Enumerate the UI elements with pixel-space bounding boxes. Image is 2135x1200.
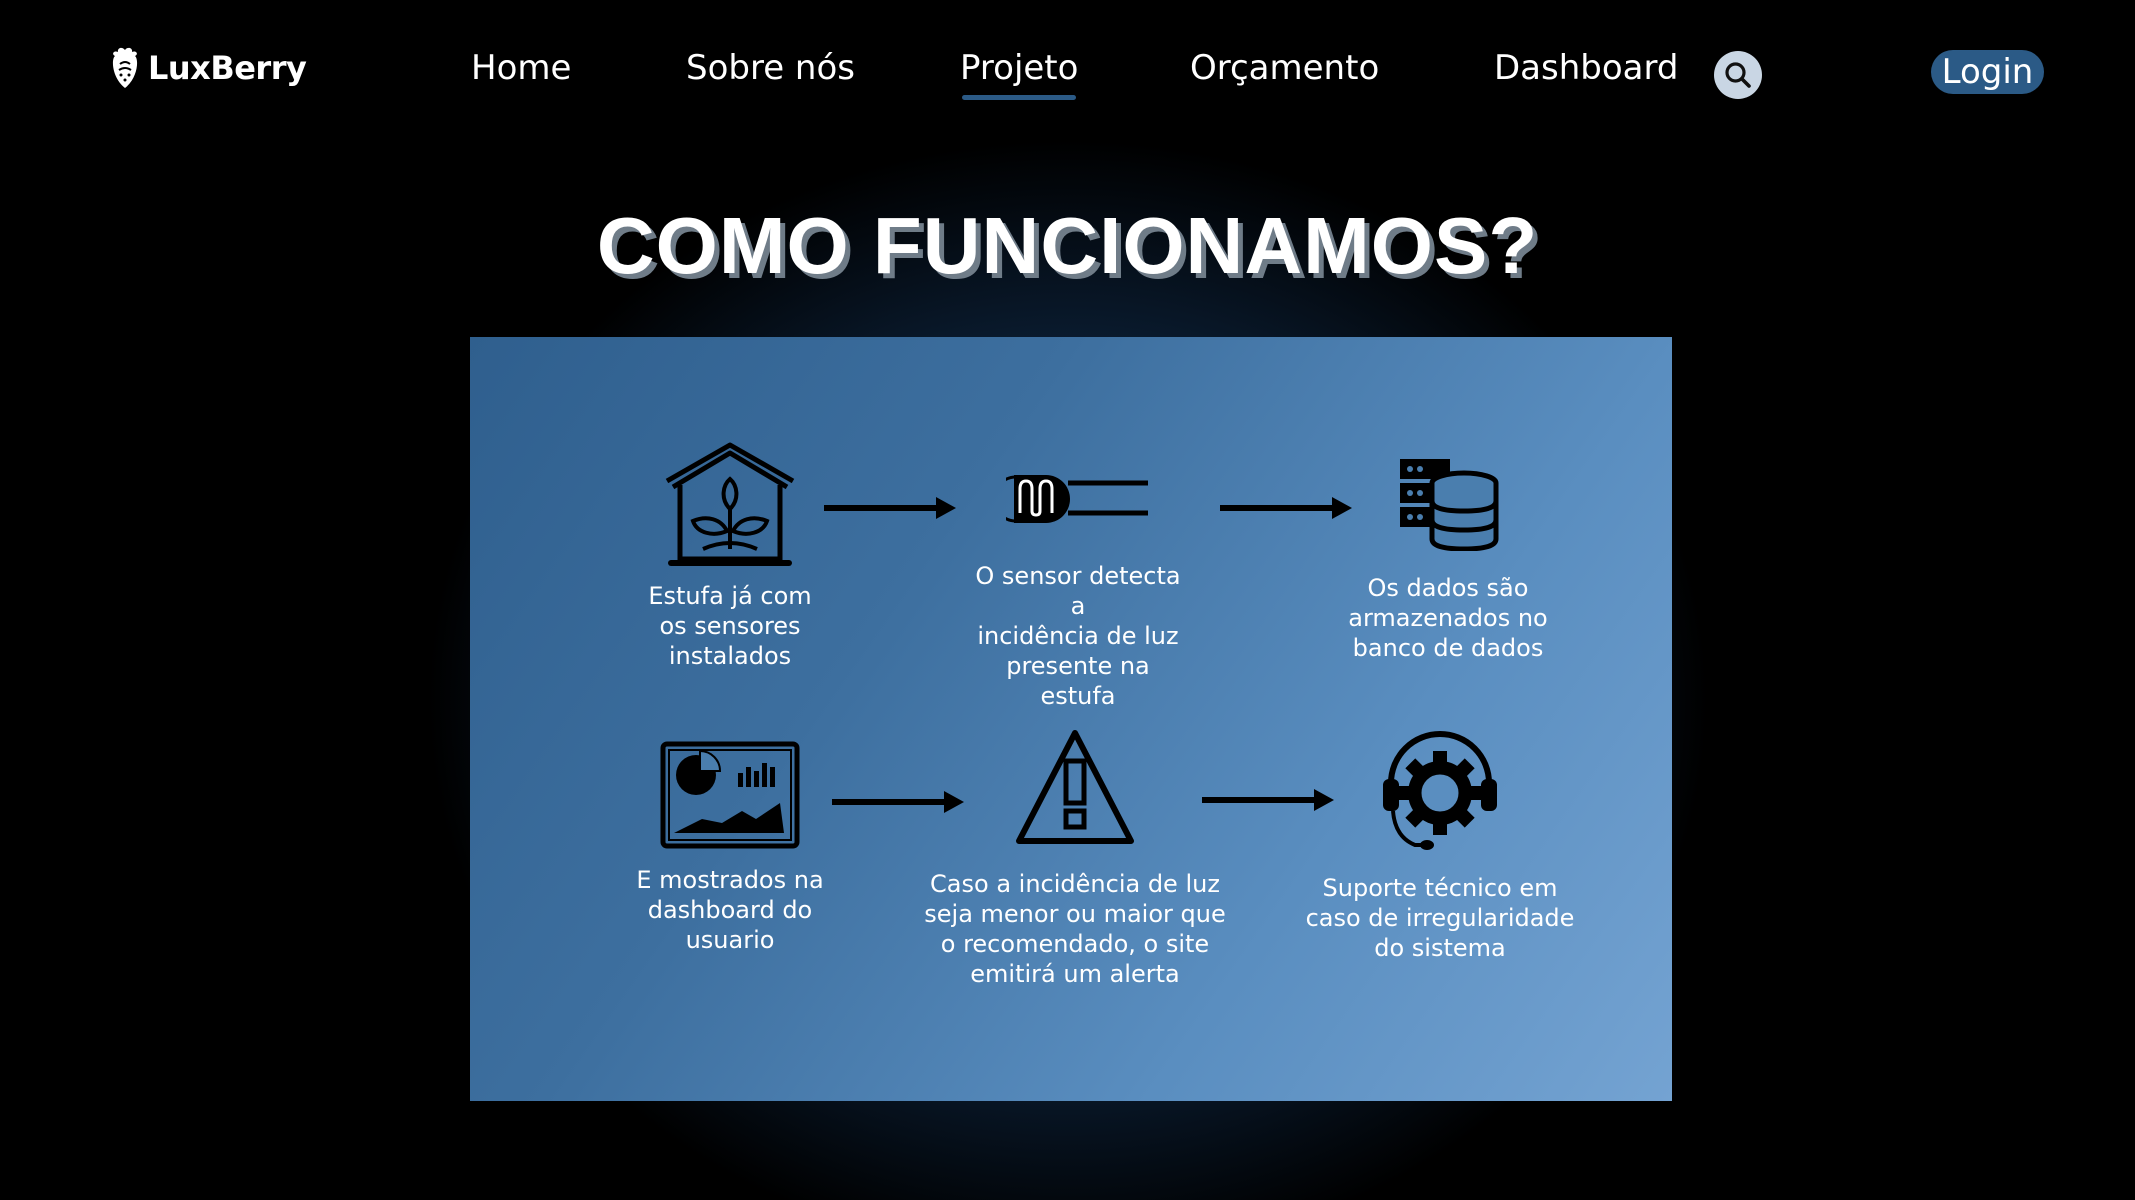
step-text: Os dados são armazenados no banco de dad… bbox=[1348, 574, 1548, 662]
nav-link-home[interactable]: Home bbox=[471, 48, 571, 88]
how-it-works-panel: Estufa já com os sensores instalados O s… bbox=[470, 337, 1672, 1101]
strawberry-icon bbox=[112, 47, 138, 88]
navbar: LuxBerry Home Sobre nós Projeto Orçament… bbox=[0, 0, 2135, 145]
dashboard-icon bbox=[660, 741, 800, 849]
step-text: Suporte técnico em caso de irregularidad… bbox=[1305, 874, 1575, 962]
arrow-right-icon bbox=[1220, 497, 1352, 519]
step-sensor: O sensor detecta a incidência de luz pre… bbox=[968, 467, 1188, 711]
warning-icon bbox=[1016, 730, 1134, 844]
step-greenhouse: Estufa já com os sensores instalados bbox=[620, 441, 840, 671]
support-icon bbox=[1383, 731, 1497, 850]
step-text: E mostrados na dashboard do usuario bbox=[636, 866, 824, 954]
nav-link-sobre-nos[interactable]: Sobre nós bbox=[686, 48, 855, 88]
greenhouse-icon bbox=[665, 442, 795, 566]
sensor-icon bbox=[1006, 475, 1148, 523]
login-button[interactable]: Login bbox=[1931, 50, 2044, 94]
step-text: Estufa já com os sensores instalados bbox=[648, 582, 812, 670]
step-dashboard: E mostrados na dashboard do usuario bbox=[610, 741, 850, 955]
nav-link-projeto[interactable]: Projeto bbox=[960, 48, 1078, 100]
step-text: O sensor detecta a incidência de luz pre… bbox=[975, 562, 1181, 710]
step-support: Suporte técnico em caso de irregularidad… bbox=[1290, 727, 1590, 963]
step-text: Caso a incidência de luz seja menor ou m… bbox=[924, 870, 1226, 988]
nav-link-orcamento[interactable]: Orçamento bbox=[1190, 48, 1379, 88]
arrow-right-icon bbox=[824, 497, 956, 519]
brand-logo[interactable]: LuxBerry bbox=[108, 46, 307, 90]
step-warning: Caso a incidência de luz seja menor ou m… bbox=[920, 727, 1230, 989]
search-button[interactable] bbox=[1714, 51, 1762, 99]
page: LuxBerry Home Sobre nós Projeto Orçament… bbox=[0, 0, 2135, 1200]
nav-link-dashboard[interactable]: Dashboard bbox=[1494, 48, 1678, 88]
step-database: Os dados são armazenados no banco de dad… bbox=[1338, 455, 1558, 663]
page-title: COMO FUNCIONAMOS? bbox=[596, 201, 1539, 290]
database-icon bbox=[1400, 459, 1499, 551]
search-icon bbox=[1725, 62, 1751, 88]
brand-name: LuxBerry bbox=[148, 49, 307, 87]
